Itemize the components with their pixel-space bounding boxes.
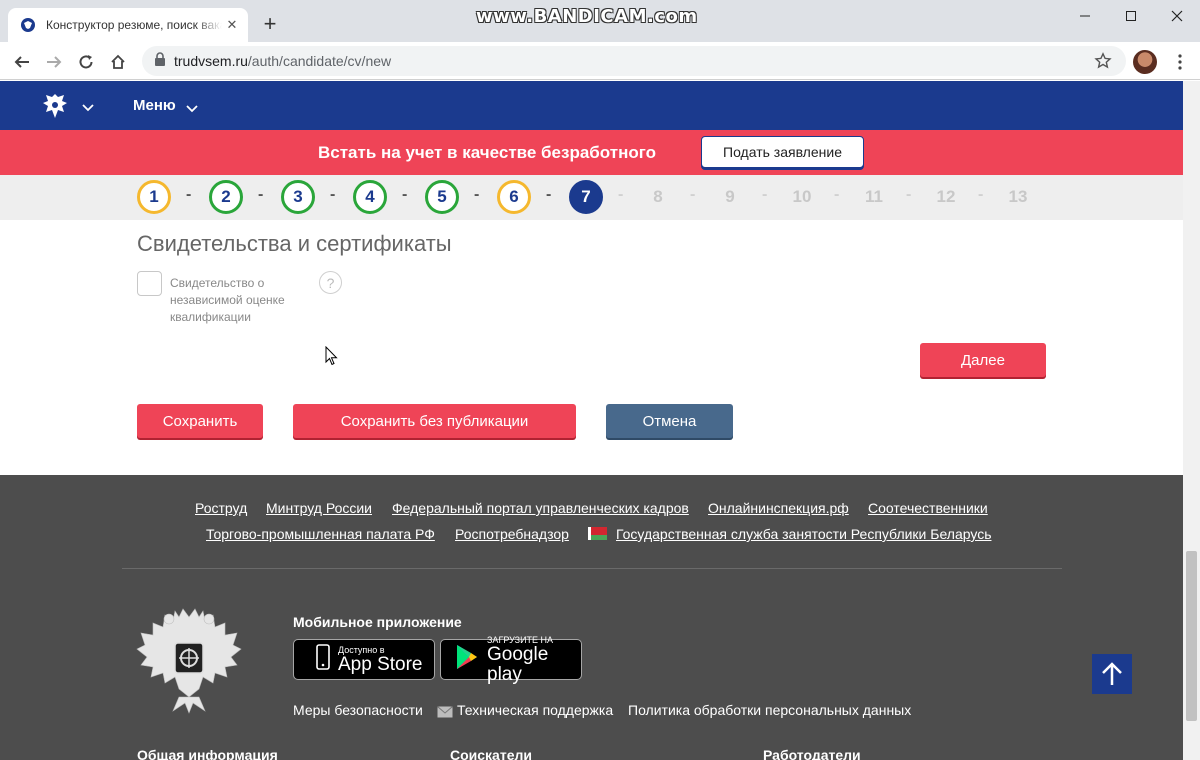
apple-phone-icon <box>316 644 330 675</box>
chevron-down-icon[interactable] <box>82 99 94 117</box>
privacy-link[interactable]: Политика обработки персональных данных <box>628 702 911 718</box>
more-icon[interactable] <box>1170 50 1190 74</box>
step-separator: - <box>474 186 480 203</box>
support-link[interactable]: Техническая поддержка <box>457 702 613 718</box>
mobile-app-title: Мобильное приложение <box>293 614 462 630</box>
step-2[interactable]: 2 <box>209 180 243 214</box>
footer-col-employers: Работодатели <box>763 747 861 760</box>
home-icon[interactable] <box>106 50 130 74</box>
appstore-small-text: Доступно в <box>338 644 385 655</box>
apply-button[interactable]: Подать заявление <box>701 136 864 168</box>
footer-link-onlineinspection[interactable]: Онлайнинспекция.рф <box>708 500 849 516</box>
save-without-publish-button[interactable]: Сохранить без публикации <box>293 404 576 438</box>
step-11: 11 <box>865 187 883 206</box>
help-icon[interactable]: ? <box>319 271 342 294</box>
save-button[interactable]: Сохранить <box>137 404 263 438</box>
url-text: trudvsem.ru/auth/candidate/cv/new <box>174 53 391 69</box>
address-bar[interactable]: trudvsem.ru/auth/candidate/cv/new <box>142 46 1126 76</box>
menu-button[interactable]: Меню <box>133 97 176 114</box>
lock-icon <box>154 51 166 71</box>
security-link[interactable]: Меры безопасности <box>293 702 423 718</box>
step-7[interactable]: 7 <box>569 180 603 214</box>
url-host: trudvsem.ru <box>174 53 248 69</box>
footer-col-seekers: Соискатели <box>450 747 532 760</box>
footer-link-tpp[interactable]: Торгово-промышленная палата РФ <box>206 526 435 542</box>
googleplay-big-text: Google play <box>487 643 549 685</box>
tab-close-icon[interactable]: ✕ <box>224 17 240 33</box>
step-separator: - <box>258 186 264 203</box>
wizard-steps: 1 - 2 - 3 - 4 - 5 - 6 - 7 - 8 - 9 - 10 -… <box>0 175 1183 220</box>
step-separator: - <box>618 186 624 203</box>
double-headed-eagle-icon <box>135 603 243 715</box>
footer-divider <box>122 568 1062 569</box>
googleplay-button[interactable]: ЗАГРУЗИТЕ НА Google play <box>440 635 582 684</box>
browser-toolbar: trudvsem.ru/auth/candidate/cv/new <box>0 42 1200 80</box>
step-separator: - <box>834 186 840 203</box>
step-10: 10 <box>792 187 812 206</box>
scrollbar-thumb[interactable] <box>1186 551 1197 721</box>
footer-link-mintrud[interactable]: Минтруд России <box>266 500 372 516</box>
step-separator: - <box>186 186 192 203</box>
step-3[interactable]: 3 <box>281 180 315 214</box>
footer-link-gossluzhba[interactable]: Федеральный портал управленческих кадров <box>392 500 689 516</box>
cancel-button[interactable]: Отмена <box>606 404 733 438</box>
step-separator: - <box>762 186 768 203</box>
new-tab-button[interactable]: + <box>258 11 282 36</box>
step-13: 13 <box>1008 187 1028 206</box>
step-separator: - <box>978 186 984 203</box>
page-viewport: Меню Встать на учет в качестве безработн… <box>0 81 1183 760</box>
site-header: Меню <box>0 81 1183 130</box>
back-icon[interactable] <box>10 50 34 74</box>
step-1[interactable]: 1 <box>137 180 171 214</box>
close-window-icon[interactable] <box>1154 0 1200 32</box>
browser-tab[interactable]: Конструктор резюме, поиск вакансий ✕ <box>8 8 248 42</box>
step-12: 12 <box>936 187 956 206</box>
step-separator: - <box>690 186 696 203</box>
mail-icon <box>437 705 453 723</box>
step-5[interactable]: 5 <box>425 180 459 214</box>
scroll-to-top-button[interactable] <box>1092 654 1132 694</box>
menu-chevron-icon[interactable] <box>186 100 198 118</box>
footer-link-belarus[interactable]: Государственная служба занятости Республ… <box>616 526 992 542</box>
belarus-flag-icon <box>588 527 607 540</box>
unemployment-banner: Встать на учет в качестве безработного П… <box>0 130 1183 175</box>
checkbox-label: Свидетельство о независимой оценке квали… <box>170 276 285 324</box>
step-separator: - <box>402 186 408 203</box>
mouse-cursor-icon <box>325 345 338 371</box>
step-9: 9 <box>725 187 735 206</box>
appstore-big-text: App Store <box>338 653 423 675</box>
maximize-icon[interactable] <box>1108 0 1154 32</box>
tab-title: Конструктор резюме, поиск вакансий <box>46 18 222 32</box>
googleplay-small-text: ЗАГРУЗИТЕ НА <box>487 634 554 645</box>
minimize-icon[interactable] <box>1062 0 1108 32</box>
next-button[interactable]: Далее <box>920 343 1046 377</box>
page-scrollbar[interactable] <box>1183 81 1200 760</box>
site-footer: Роструд Минтруд России Федеральный порта… <box>0 475 1183 760</box>
coat-of-arms-icon[interactable] <box>40 91 70 121</box>
reload-icon[interactable] <box>74 50 98 74</box>
eagle-favicon-icon <box>20 17 36 33</box>
footer-col-general: Общая информация <box>137 747 278 760</box>
profile-avatar[interactable] <box>1133 50 1157 74</box>
footer-link-compatriots[interactable]: Соотечественники <box>868 500 988 516</box>
footer-link-rostrud[interactable]: Роструд <box>195 500 247 516</box>
step-6[interactable]: 6 <box>497 180 531 214</box>
star-icon[interactable] <box>1094 52 1112 75</box>
step-separator: - <box>546 186 552 203</box>
step-8: 8 <box>653 187 663 206</box>
browser-tab-bar: Конструктор резюме, поиск вакансий ✕ + w… <box>0 0 1200 42</box>
step-4[interactable]: 4 <box>353 180 387 214</box>
appstore-button[interactable]: Доступно в App Store <box>293 639 435 680</box>
step-separator: - <box>330 186 336 203</box>
independent-assessment-checkbox[interactable] <box>137 271 162 296</box>
url-path: /auth/candidate/cv/new <box>247 53 392 69</box>
forward-icon[interactable] <box>42 50 66 74</box>
banner-text: Встать на учет в качестве безработного <box>318 143 656 162</box>
step-separator: - <box>906 186 912 203</box>
watermark: www.BANDICAM.com <box>476 6 698 27</box>
footer-link-rospotrebnadzor[interactable]: Роспотребнадзор <box>455 526 569 542</box>
section-title: Свидетельства и сертификаты <box>137 231 452 256</box>
google-play-icon <box>455 644 479 675</box>
